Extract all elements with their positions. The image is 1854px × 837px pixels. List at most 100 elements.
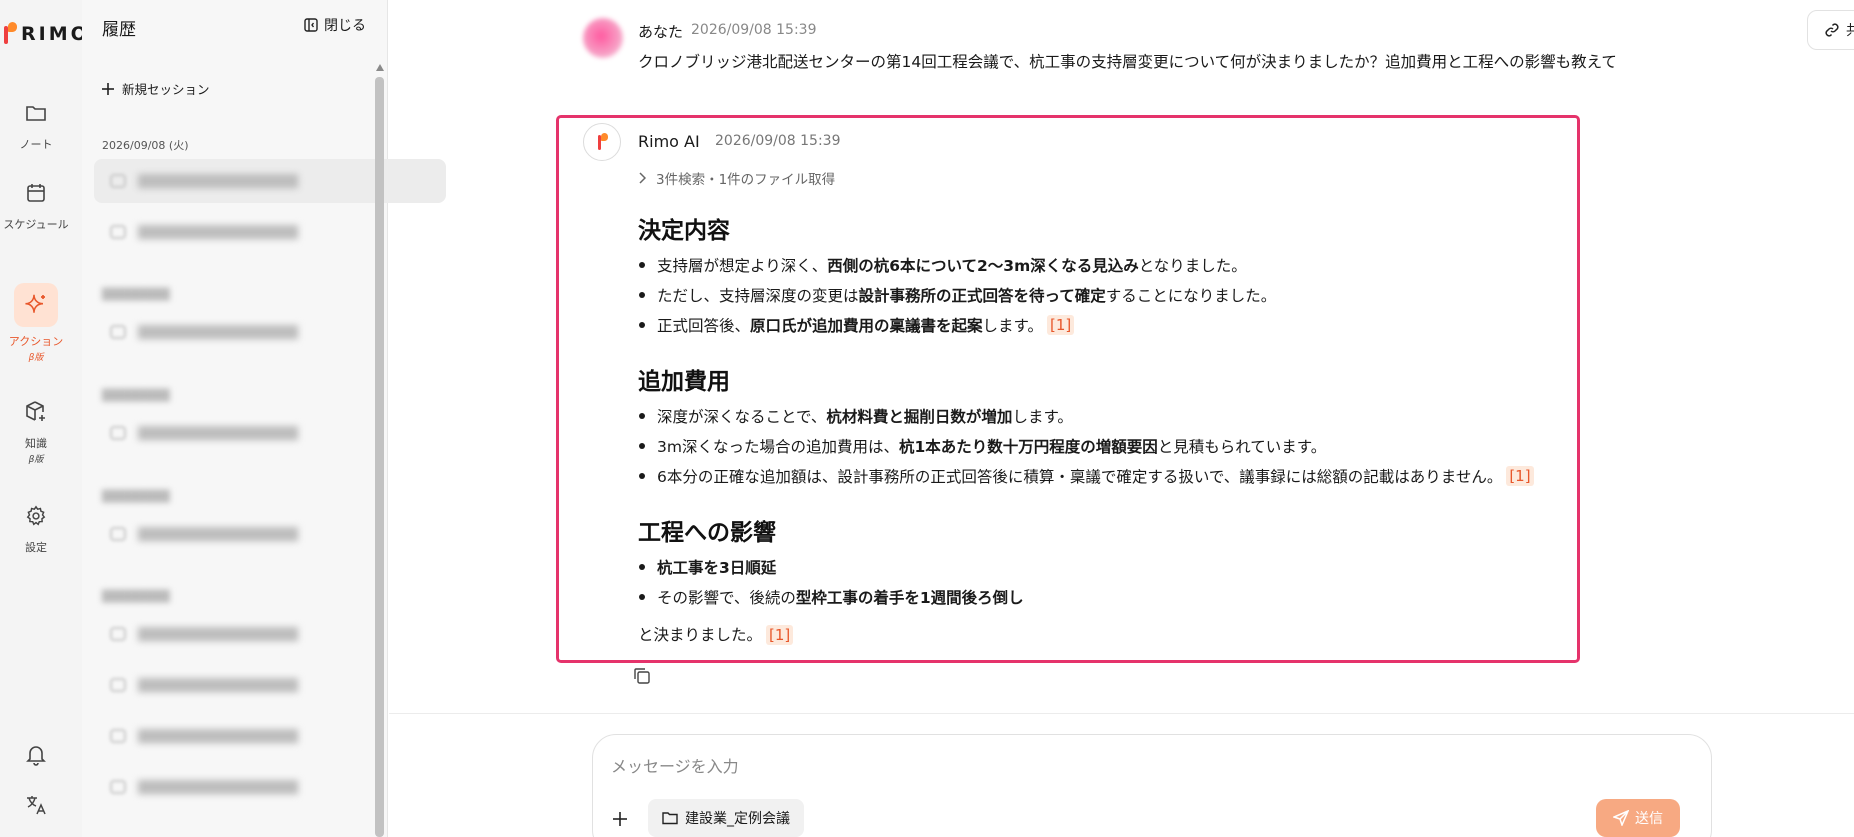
bullet-item: ただし、支持層深度の変更は 設計事務所の正式回答を待って確定 することになりました。 bbox=[638, 284, 1276, 306]
rail-label-settings: 設定 bbox=[25, 541, 47, 554]
folder-icon bbox=[21, 98, 51, 128]
plus-icon bbox=[613, 812, 627, 826]
bullet-item: 3m深くなった場合の追加費用は、 杭1本あたり数十万円程度の増額要因 と見積もられて… bbox=[638, 435, 1326, 457]
logo-text: RIMO bbox=[21, 23, 90, 45]
section-heading-cost: 追加費用 bbox=[638, 369, 730, 395]
chat-main: 共 あなた 2026/09/08 15:39 クロノブリッジ港北配送センターの第… bbox=[389, 0, 1854, 837]
history-date-group-redacted: ████████ bbox=[102, 590, 170, 603]
section-heading-decision: 決定内容 bbox=[638, 218, 730, 244]
chat-icon bbox=[110, 225, 126, 239]
calendar-icon bbox=[21, 178, 51, 208]
history-item-title-redacted: ████████████████ bbox=[138, 779, 298, 795]
rail-label-knowledge: 知識 bbox=[25, 437, 47, 450]
language-button[interactable] bbox=[0, 790, 72, 820]
chat-icon bbox=[110, 678, 126, 692]
new-session-button[interactable]: 新規セッション bbox=[102, 79, 210, 98]
new-session-label: 新規セッション bbox=[122, 82, 210, 97]
user-name: あなた bbox=[638, 23, 684, 41]
bullet-item: その影響で、後続の 型枠工事の着手を1週間後ろ倒し bbox=[638, 586, 1024, 608]
ai-message-time: 2026/09/08 15:39 bbox=[715, 133, 841, 149]
rail-item-action[interactable]: アクション β版 bbox=[0, 283, 72, 363]
translate-icon bbox=[21, 790, 51, 820]
history-date-group-redacted: ████████ bbox=[102, 389, 170, 402]
rail-label-action: アクション bbox=[8, 335, 64, 348]
ai-avatar bbox=[583, 123, 621, 161]
history-item-title-redacted: ████████████████ bbox=[138, 425, 298, 441]
close-history-button[interactable]: 閉じる bbox=[304, 15, 366, 35]
plus-icon bbox=[102, 82, 114, 95]
rail-item-settings[interactable]: 設定 bbox=[0, 501, 72, 555]
send-label: 送信 bbox=[1635, 811, 1663, 827]
message-input[interactable] bbox=[611, 751, 1691, 781]
chat-icon bbox=[110, 627, 126, 641]
history-item-title-redacted: ████████████████ bbox=[138, 173, 298, 189]
chevron-right-icon bbox=[639, 172, 646, 184]
rail-item-schedule[interactable]: スケジュール bbox=[0, 178, 72, 232]
rail-item-knowledge[interactable]: 知識 β版 bbox=[0, 397, 72, 465]
share-button[interactable]: 共 bbox=[1807, 10, 1854, 50]
rail-label-note: ノート bbox=[19, 138, 53, 151]
attach-button[interactable] bbox=[613, 809, 627, 831]
chat-icon bbox=[110, 780, 126, 794]
history-item-title-redacted: ████████████████ bbox=[138, 526, 298, 542]
rail-beta-badge-knowledge: β版 bbox=[28, 455, 44, 465]
share-label-clipped: 共 bbox=[1846, 23, 1854, 39]
chat-icon bbox=[110, 325, 126, 339]
citation-link[interactable]: [1] bbox=[1046, 315, 1075, 335]
copy-icon bbox=[634, 668, 650, 684]
bullet-item: 正式回答後、 原口氏が追加費用の稟議書を起案 します。 [1] bbox=[638, 314, 1075, 336]
bullet-item: 支持層が想定より深く、 西側の杭6本について2〜3m深くなる見込み となりました。 bbox=[638, 254, 1247, 276]
chat-icon bbox=[110, 174, 126, 188]
chat-icon bbox=[110, 527, 126, 541]
folder-chip-label: 建設業_定例会議 bbox=[685, 811, 790, 827]
copy-button[interactable] bbox=[632, 666, 654, 688]
history-date-group: 2026/09/08 (火) bbox=[102, 139, 189, 152]
sparkle-icon bbox=[14, 283, 58, 327]
closing-paragraph: と決まりました。 [1] bbox=[638, 623, 794, 645]
scroll-up-arrow-icon[interactable] bbox=[376, 64, 384, 71]
logo-mark-icon bbox=[2, 22, 17, 46]
bullet-item: 杭工事を3日順延 bbox=[638, 556, 776, 578]
nav-rail: RIMO ノート スケジュール アクション β版 知識 β版 設定 bbox=[0, 0, 87, 837]
folder-icon bbox=[662, 812, 678, 825]
sidebar-collapse-icon bbox=[304, 18, 318, 32]
history-date-group-redacted: ████████ bbox=[102, 490, 170, 503]
send-icon bbox=[1613, 810, 1629, 826]
gear-icon bbox=[21, 501, 51, 531]
user-message-time: 2026/09/08 15:39 bbox=[691, 22, 817, 38]
close-history-label: 閉じる bbox=[324, 18, 366, 34]
history-scrollbar[interactable] bbox=[375, 64, 384, 837]
ai-name: Rimo AI bbox=[638, 132, 700, 151]
rail-item-note[interactable]: ノート bbox=[0, 98, 72, 152]
search-summary-text: 3件検索・1件のファイル取得 bbox=[656, 172, 836, 188]
folder-chip[interactable]: 建設業_定例会議 bbox=[648, 799, 804, 837]
cube-plus-icon bbox=[21, 397, 51, 427]
citation-link[interactable]: [1] bbox=[1506, 466, 1534, 486]
history-item-title-redacted: ████████████████ bbox=[138, 224, 298, 240]
bullet-item: 深度が深くなることで、 杭材料費と掘削日数が増加 します。 bbox=[638, 405, 1073, 427]
history-date-group-redacted: ████████ bbox=[102, 288, 170, 301]
send-button[interactable]: 送信 bbox=[1596, 799, 1680, 837]
history-item-title-redacted: ████████████████ bbox=[138, 677, 298, 693]
chat-icon bbox=[110, 426, 126, 440]
rail-label-schedule: スケジュール bbox=[3, 218, 69, 231]
section-heading-schedule: 工程への影響 bbox=[638, 520, 776, 546]
message-composer: 建設業_定例会議 送信 bbox=[592, 734, 1712, 837]
bell-icon bbox=[21, 740, 51, 770]
notifications-button[interactable] bbox=[0, 740, 72, 770]
history-title: 履歴 bbox=[102, 20, 136, 40]
history-item-title-redacted: ████████████████ bbox=[138, 626, 298, 642]
user-avatar bbox=[583, 18, 623, 58]
scroll-thumb[interactable] bbox=[375, 77, 384, 837]
history-item-title-redacted: ████████████████ bbox=[138, 728, 298, 744]
user-message-text: クロノブリッジ港北配送センターの第14回工程会議で、杭工事の支持層変更について何… bbox=[638, 53, 1617, 71]
rail-beta-badge-action: β版 bbox=[28, 353, 44, 363]
citation-link[interactable]: [1] bbox=[766, 625, 794, 645]
link-icon bbox=[1825, 23, 1839, 37]
chat-icon bbox=[110, 729, 126, 743]
search-summary-toggle[interactable]: 3件検索・1件のファイル取得 bbox=[638, 168, 835, 188]
chat-divider bbox=[389, 713, 1854, 714]
bullet-item: 6本分の正確な追加額は、設計事務所の正式回答後に積算・稟議で確定する扱いで、議事… bbox=[638, 465, 1534, 487]
rimo-logo[interactable]: RIMO bbox=[2, 22, 90, 46]
history-item-title-redacted: ████████████████ bbox=[138, 324, 298, 340]
